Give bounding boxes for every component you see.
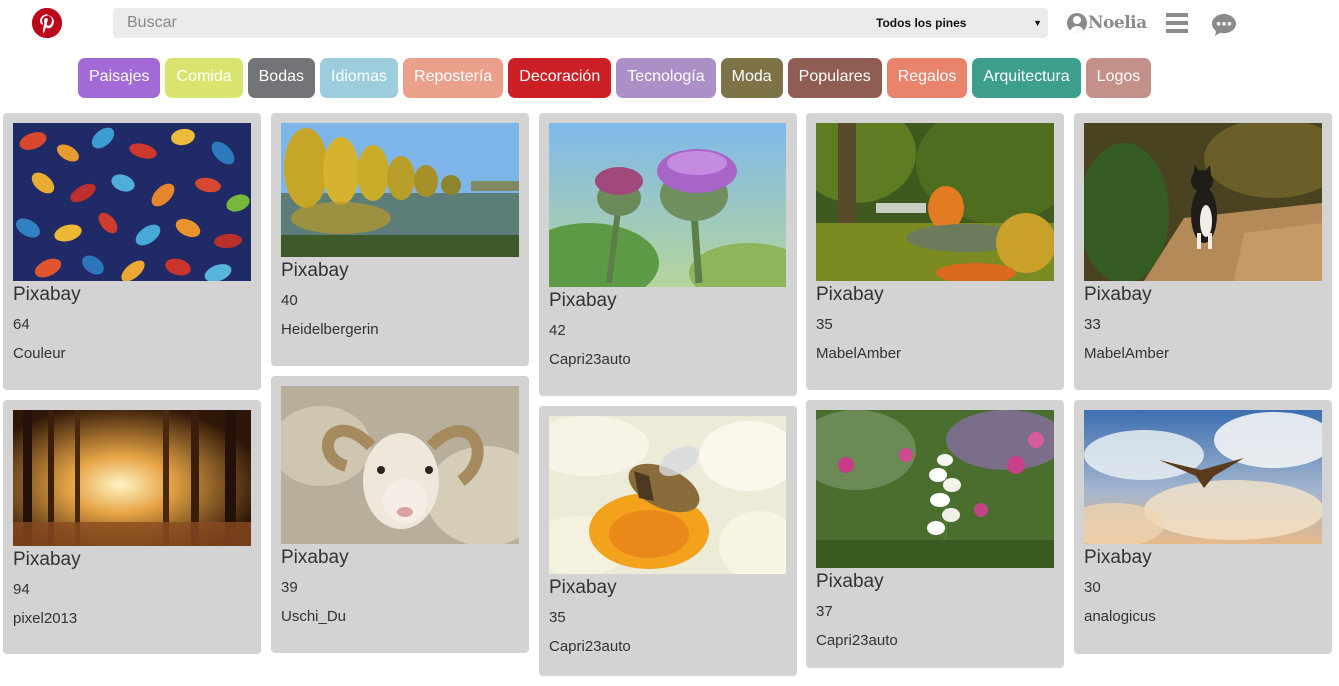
pin-count: 35	[816, 316, 833, 333]
pin-count: 64	[13, 316, 30, 333]
pin-count: 35	[549, 609, 566, 626]
pin-filter-value: Todos los pines	[876, 16, 967, 30]
thistle-flower-icon[interactable]	[549, 123, 787, 287]
pin-count: 30	[1084, 579, 1101, 596]
pin-author: Capri23auto	[549, 351, 631, 368]
pin-author: Capri23auto	[549, 638, 631, 655]
category-chip[interactable]: Bodas	[247, 58, 315, 98]
category-bar: Paisajes Comida Bodas Idiomas Repostería…	[78, 58, 1156, 98]
pin-count: 33	[1084, 316, 1101, 333]
dropdown-caret-icon: ▼	[1033, 18, 1042, 28]
pin-count: 39	[281, 579, 298, 596]
pin-source: Pixabay	[13, 284, 81, 305]
pin-source: Pixabay	[281, 547, 349, 568]
pin-count: 42	[549, 322, 566, 339]
autumn-park-icon[interactable]	[816, 123, 1054, 281]
pin-column: Pixabay 40 Heidelbergerin Pixabay 39 Usc…	[271, 113, 529, 663]
pin-source: Pixabay	[13, 549, 81, 570]
category-chip[interactable]: Arquitectura	[972, 58, 1081, 98]
category-chip[interactable]: Moda	[720, 58, 783, 98]
search-input[interactable]	[113, 8, 853, 38]
pin-source: Pixabay	[281, 260, 349, 281]
top-bar: Todos los pines ▼ Noelia	[0, 0, 1339, 48]
category-chip[interactable]: Repostería	[403, 58, 504, 98]
user-profile-link[interactable]: Noelia	[1067, 12, 1147, 34]
category-chip[interactable]: Comida	[165, 58, 243, 98]
pin-column: Pixabay 64 Couleur Pixabay 94 pixel2013	[3, 113, 261, 664]
pin-author: Couleur	[13, 345, 66, 362]
pin-source: Pixabay	[816, 571, 884, 592]
chat-icon[interactable]	[1211, 13, 1237, 37]
pin-card[interactable]: Pixabay 33 MabelAmber	[1074, 113, 1332, 390]
pin-source: Pixabay	[1084, 547, 1152, 568]
pin-author: MabelAmber	[816, 345, 902, 362]
pin-card[interactable]: Pixabay 39 Uschi_Du	[271, 376, 529, 653]
pin-author: analogicus	[1084, 608, 1156, 625]
user-avatar-icon	[1067, 13, 1087, 33]
pin-card[interactable]: Pixabay 35 MabelAmber	[806, 113, 1064, 390]
category-chip[interactable]: Regalos	[886, 58, 968, 98]
lake-trees-icon[interactable]	[281, 123, 519, 257]
pin-author: Uschi_Du	[281, 608, 347, 625]
pin-count: 37	[816, 603, 833, 620]
sunlit-forest-icon[interactable]	[13, 410, 251, 546]
category-chip[interactable]: Logos	[1085, 58, 1152, 98]
search-bar: Todos los pines ▼	[113, 8, 1048, 38]
pin-source: Pixabay	[549, 290, 617, 311]
pin-card[interactable]: Pixabay 35 Capri23auto	[539, 406, 797, 676]
pin-count: 40	[281, 292, 298, 309]
sheep-icon[interactable]	[281, 386, 519, 544]
pin-author: MabelAmber	[1084, 345, 1170, 362]
pin-column: Pixabay 35 MabelAmber Pixabay 37 Capri23…	[806, 113, 1064, 678]
category-chip[interactable]: Paisajes	[78, 58, 161, 98]
pin-filter-select[interactable]: Todos los pines ▼	[868, 8, 1048, 38]
pin-card[interactable]: Pixabay 30 analogicus	[1074, 400, 1332, 654]
pin-author: Capri23auto	[816, 632, 898, 649]
pin-count: 94	[13, 581, 30, 598]
pinterest-logo-icon[interactable]	[32, 8, 62, 38]
garden-flowers-icon[interactable]	[816, 410, 1054, 568]
pin-card[interactable]: Pixabay 40 Heidelbergerin	[271, 113, 529, 366]
category-chip[interactable]: Decoración	[508, 58, 612, 98]
pin-source: Pixabay	[549, 577, 617, 598]
hamburger-menu-icon[interactable]	[1166, 13, 1188, 34]
category-chip[interactable]: Idiomas	[320, 58, 399, 98]
pin-card[interactable]: Pixabay 42 Capri23auto	[539, 113, 797, 396]
pin-card[interactable]: Pixabay 64 Couleur	[3, 113, 261, 390]
pin-card[interactable]: Pixabay 37 Capri23auto	[806, 400, 1064, 668]
pin-source: Pixabay	[816, 284, 884, 305]
pin-card[interactable]: Pixabay 94 pixel2013	[3, 400, 261, 654]
bird-sky-icon[interactable]	[1084, 410, 1322, 544]
cat-path-icon[interactable]	[1084, 123, 1322, 281]
pin-column: Pixabay 42 Capri23auto Pixabay 35 Capri2…	[539, 113, 797, 686]
user-name: Noelia	[1088, 13, 1147, 33]
category-chip[interactable]: Populares	[787, 58, 882, 98]
pin-author: Heidelbergerin	[281, 321, 379, 338]
pin-author: pixel2013	[13, 610, 78, 627]
pin-source: Pixabay	[1084, 284, 1152, 305]
category-chip[interactable]: Tecnología	[616, 58, 716, 98]
bee-flower-icon[interactable]	[549, 416, 787, 574]
pin-column: Pixabay 33 MabelAmber Pixabay 30 analogi…	[1074, 113, 1332, 664]
autumn-leaves-icon[interactable]	[13, 123, 251, 281]
